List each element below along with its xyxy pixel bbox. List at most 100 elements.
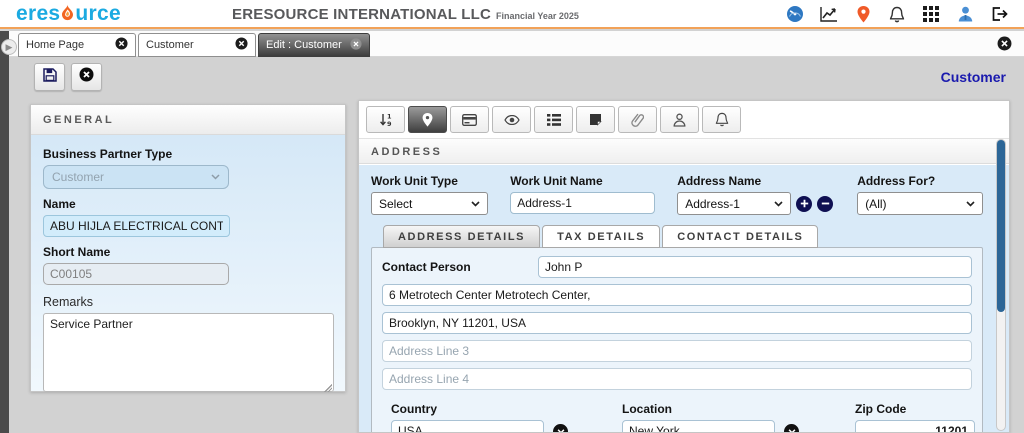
header-icon-bar — [786, 5, 1008, 23]
address-for-select[interactable]: (All) — [857, 192, 983, 215]
save-button[interactable] — [34, 63, 65, 91]
add-address-button[interactable] — [796, 196, 812, 212]
payment-card-button[interactable] — [450, 106, 489, 133]
short-name-input[interactable] — [43, 263, 229, 285]
tab-bar: Home Page Customer Edit : Customer — [0, 31, 1024, 57]
svg-text:9: 9 — [387, 120, 392, 127]
save-icon — [43, 68, 57, 87]
company-name: ERESOURCE INTERNATIONAL LLC — [232, 6, 491, 23]
zip-code-input[interactable] — [855, 420, 975, 433]
bell-icon — [715, 112, 729, 127]
address-sub-tabs: ADDRESS DETAILS TAX DETAILS CONTACT DETA… — [383, 225, 983, 248]
short-name-label: Short Name — [43, 245, 333, 259]
address-panel: 19 ADDRESS Work Unit Typ — [358, 100, 1010, 433]
scrollbar-thumb[interactable] — [997, 140, 1005, 312]
address-name-value: Address-1 — [685, 197, 740, 211]
address-line3-input[interactable] — [382, 340, 972, 362]
address-details-panel: Contact Person Country Lo — [371, 247, 983, 433]
general-panel: GENERAL Business Partner Type Customer N… — [30, 104, 346, 392]
tab-label: Home Page — [26, 39, 84, 51]
location-pin-icon[interactable] — [854, 5, 872, 23]
address-icon-toolbar: 19 — [359, 101, 1009, 138]
sort-numeric-icon: 19 — [379, 113, 393, 127]
eye-icon — [504, 115, 520, 125]
payment-card-icon — [462, 114, 477, 126]
tab-customer[interactable]: Customer — [138, 33, 256, 57]
work-unit-type-label: Work Unit Type — [371, 174, 488, 188]
minus-icon — [821, 199, 830, 208]
remarks-textarea[interactable]: Service Partner — [43, 313, 334, 392]
attachment-button[interactable] — [618, 106, 657, 133]
tab-label: Customer — [146, 39, 194, 51]
logo-text-right: urce — [75, 2, 121, 26]
country-input[interactable] — [391, 420, 544, 433]
logout-icon[interactable] — [990, 5, 1008, 23]
work-unit-type-select[interactable]: Select — [371, 192, 488, 215]
remove-address-button[interactable] — [817, 196, 833, 212]
tab-home-page[interactable]: Home Page — [18, 33, 136, 57]
vertical-scrollbar[interactable] — [996, 139, 1006, 431]
chevron-down-icon — [211, 174, 220, 180]
flame-icon — [61, 3, 74, 27]
financial-year: Financial Year 2025 — [496, 11, 579, 21]
location-label: Location — [622, 402, 799, 416]
address-for-label: Address For? — [857, 174, 983, 188]
apps-grid-icon[interactable] — [922, 5, 940, 23]
eresource-logo[interactable]: eres urce — [16, 1, 121, 27]
list-button[interactable] — [534, 106, 573, 133]
sidebar-expand-arrow-icon[interactable]: ▶ — [1, 39, 17, 55]
person-icon — [673, 113, 686, 127]
dashboard-icon[interactable] — [786, 5, 804, 23]
address-pin-button[interactable] — [408, 106, 447, 133]
country-picker-icon[interactable] — [553, 424, 568, 433]
country-label: Country — [391, 402, 568, 416]
list-icon — [547, 114, 561, 126]
name-label: Name — [43, 197, 333, 211]
tab-edit-customer[interactable]: Edit : Customer — [258, 33, 370, 57]
close-all-tabs-icon[interactable] — [997, 36, 1012, 56]
app-header: eres urce ERESOURCE INTERNATIONAL LLC Fi… — [0, 0, 1024, 29]
tab-address-details[interactable]: ADDRESS DETAILS — [383, 225, 540, 248]
analytics-chart-icon[interactable] — [820, 5, 838, 23]
note-button[interactable] — [576, 106, 615, 133]
work-unit-name-input[interactable] — [510, 192, 655, 214]
general-panel-title: GENERAL — [31, 105, 345, 135]
cancel-button[interactable] — [71, 63, 102, 91]
tab-close-icon[interactable] — [350, 38, 362, 53]
address-line2-input[interactable] — [382, 312, 972, 334]
business-partner-type-label: Business Partner Type — [43, 147, 333, 161]
view-eye-button[interactable] — [492, 106, 531, 133]
tab-close-icon[interactable] — [235, 37, 248, 53]
address-line1-input[interactable] — [382, 284, 972, 306]
note-icon — [589, 113, 602, 126]
address-for-value: (All) — [865, 197, 886, 211]
user-icon[interactable] — [956, 5, 974, 23]
address-section-title: ADDRESS — [359, 138, 1009, 164]
business-partner-type-value: Customer — [52, 170, 104, 184]
tab-close-icon[interactable] — [115, 37, 128, 53]
contact-person-input[interactable] — [538, 256, 972, 278]
tab-label: Edit : Customer — [266, 39, 342, 51]
tab-contact-details[interactable]: CONTACT DETAILS — [662, 225, 818, 248]
address-line4-input[interactable] — [382, 368, 972, 390]
notifications-button[interactable] — [702, 106, 741, 133]
collapsed-left-sidebar — [0, 31, 9, 433]
zip-code-label: Zip Code — [855, 402, 975, 416]
user-button[interactable] — [660, 106, 699, 133]
chevron-down-icon — [774, 201, 783, 207]
work-unit-name-label: Work Unit Name — [510, 174, 655, 188]
work-unit-type-value: Select — [379, 197, 412, 211]
location-input[interactable] — [622, 420, 775, 433]
sort-numeric-button[interactable]: 19 — [366, 106, 405, 133]
notifications-bell-icon[interactable] — [888, 5, 906, 23]
location-pin-icon — [422, 113, 433, 127]
location-picker-icon[interactable] — [784, 424, 799, 433]
close-circle-icon — [79, 67, 94, 87]
business-partner-type-select[interactable]: Customer — [43, 165, 229, 189]
remarks-label: Remarks — [43, 295, 333, 309]
address-name-select[interactable]: Address-1 — [677, 192, 791, 215]
tab-tax-details[interactable]: TAX DETAILS — [542, 225, 660, 248]
plus-icon — [800, 199, 809, 208]
chevron-down-icon — [966, 201, 975, 207]
name-input[interactable] — [43, 215, 230, 237]
